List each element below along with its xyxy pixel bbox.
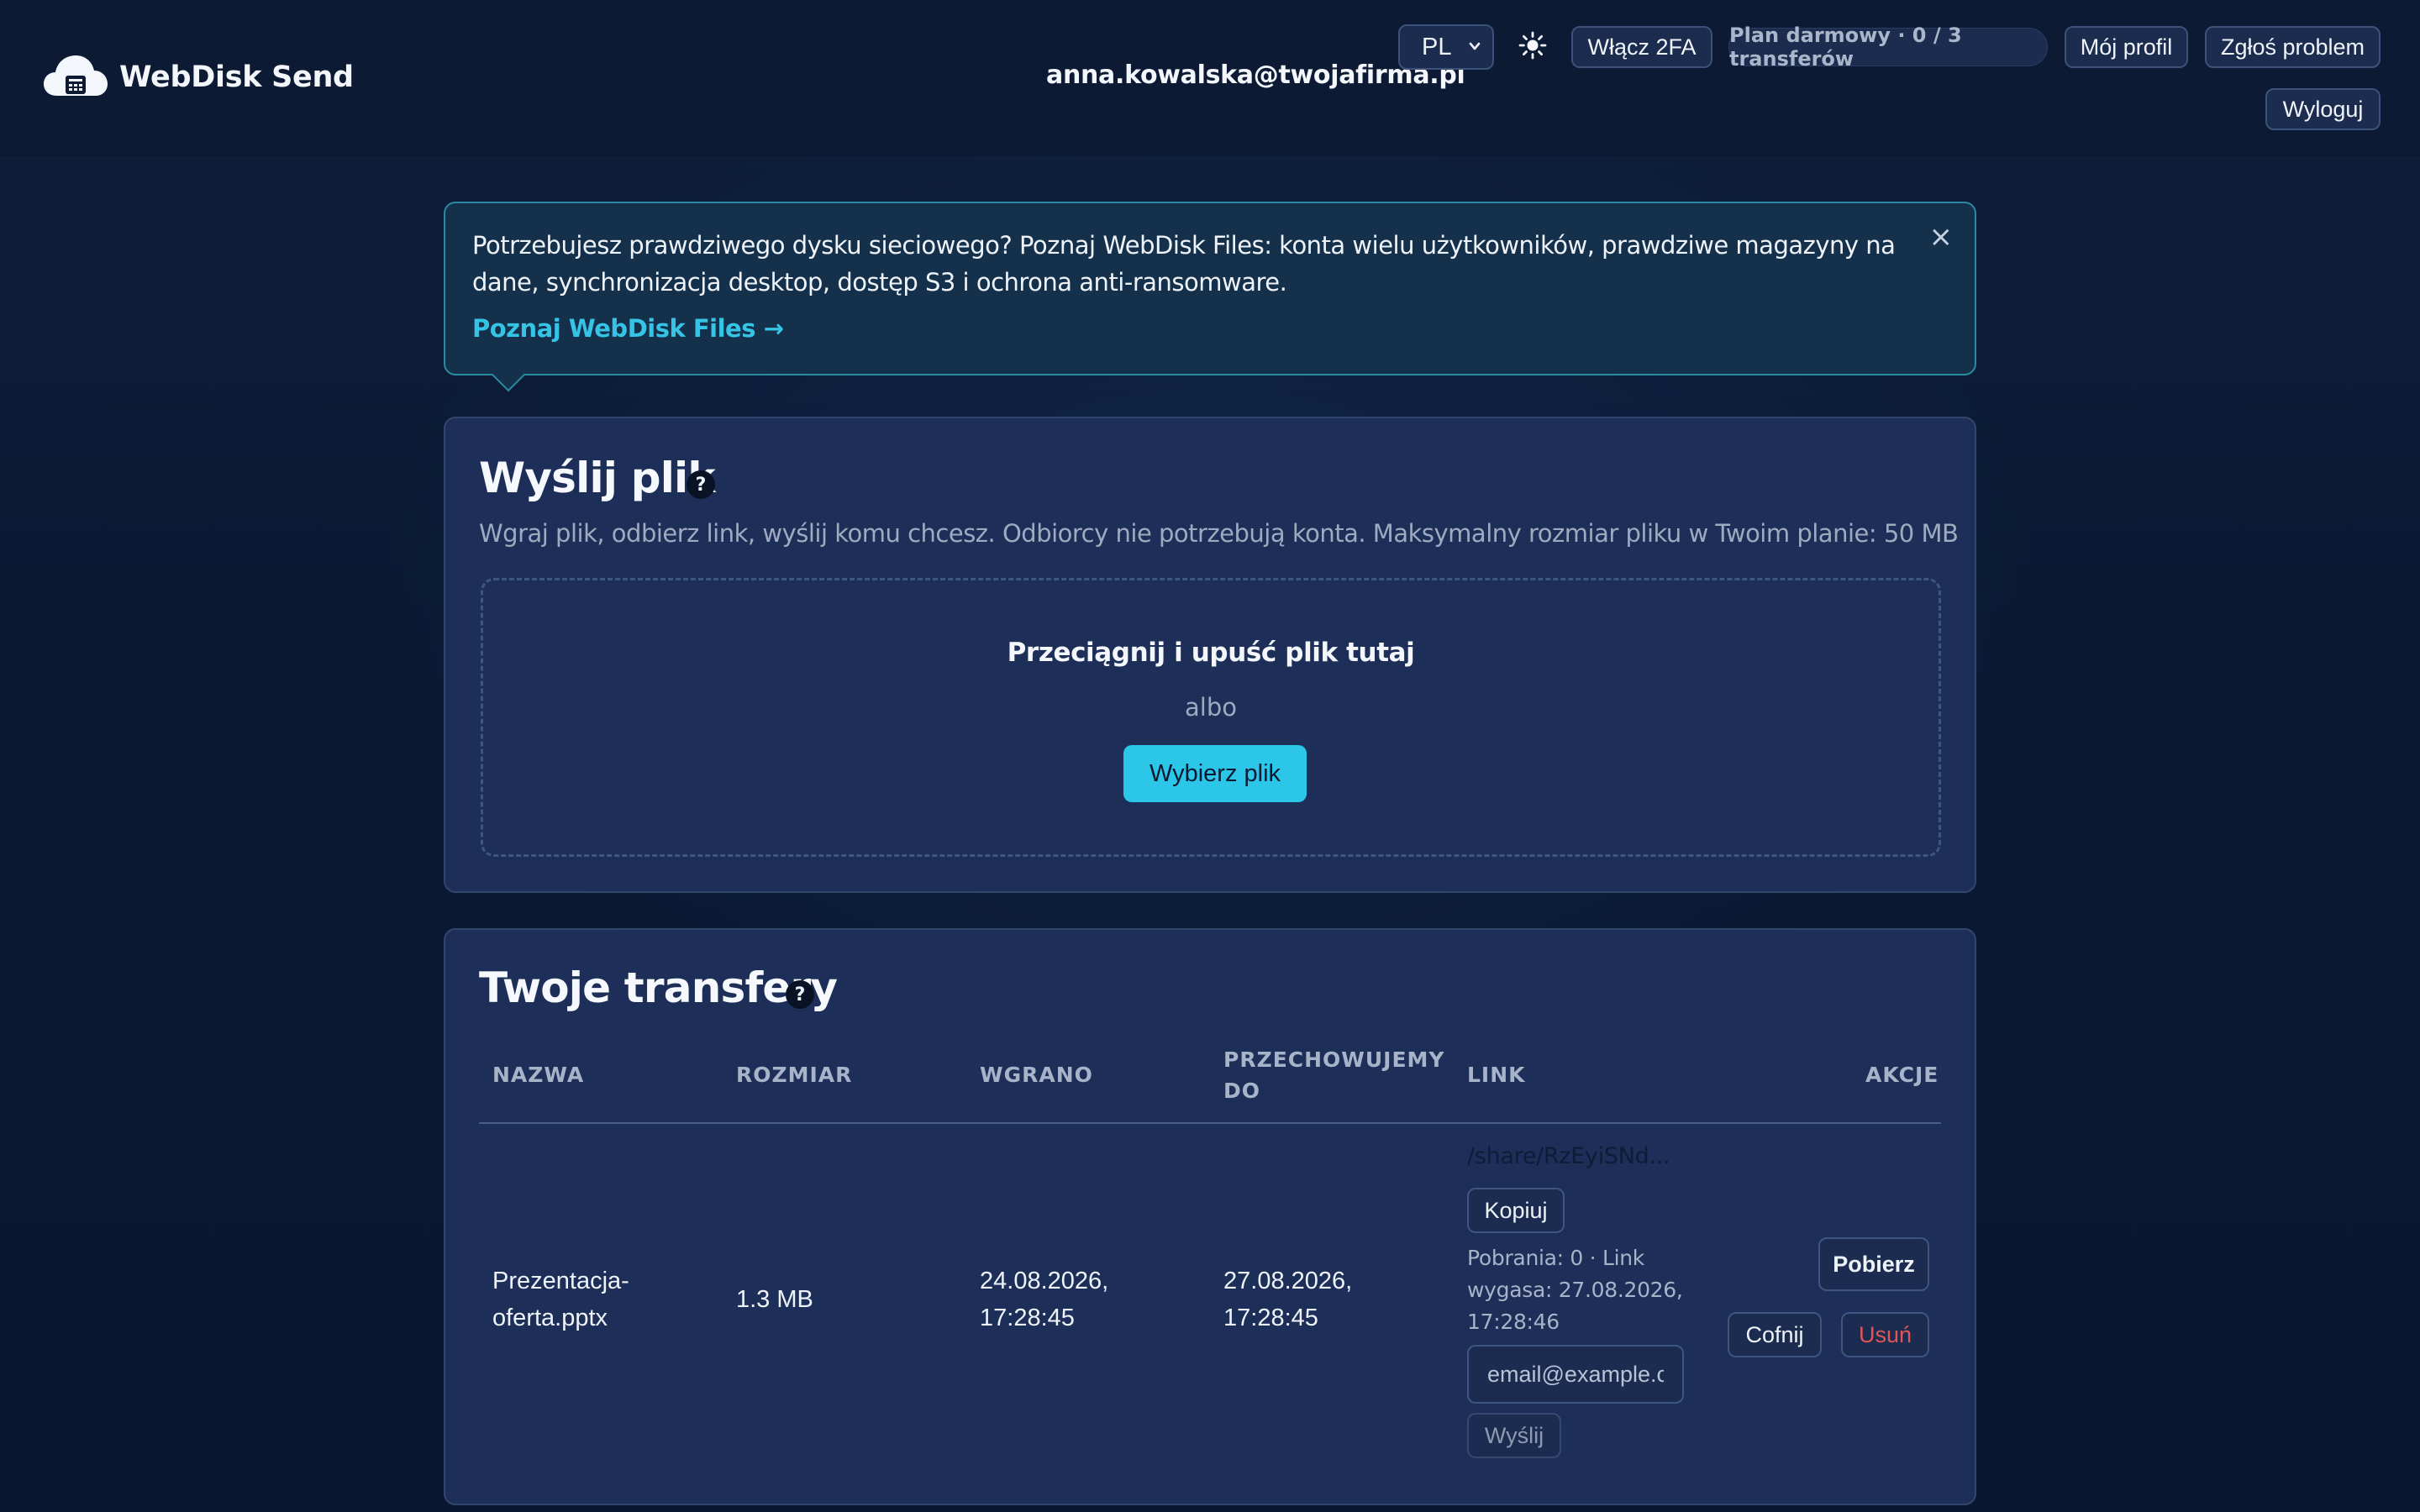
banner-tail [492,374,525,392]
transfers-title: Twoje transfery [479,963,838,1012]
logout-button[interactable]: Wyloguj [2265,88,2381,130]
file-name: Prezentacja- oferta.pptx [492,1263,629,1336]
help-icon[interactable]: ? [786,980,814,1009]
file-name-line2: oferta.pptx [492,1305,608,1331]
dropzone-title: Przeciągnij i upuść plik tutaj [1007,638,1415,668]
help-icon[interactable]: ? [687,470,715,499]
dropzone-or: albo [1185,693,1237,722]
profile-button[interactable]: Mój profil [2065,26,2188,68]
share-link[interactable]: /share/RzEyiSNd... [1467,1143,1670,1169]
chevron-down-icon [1469,42,1481,50]
banner-link[interactable]: Poznaj WebDisk Files → [472,314,784,343]
column-header-size: ROZMIAR [736,1063,853,1087]
upload-description: Wgraj plik, odbierz link, wyślij komu ch… [479,519,1959,548]
brand[interactable]: WebDisk Send [42,52,354,102]
send-email-button[interactable]: Wyślij [1467,1413,1561,1458]
sun-icon[interactable] [1518,30,1548,60]
link-meta-line1: Pobrania: 0 · Link [1467,1246,1644,1270]
stored-until-line1: 27.08.2026, [1223,1268,1353,1294]
table-header-divider [479,1122,1941,1124]
banner-text: Potrzebujesz prawdziwego dysku siecioweg… [472,231,1896,297]
report-problem-button[interactable]: Zgłoś problem [2205,26,2381,68]
uploaded-date-line1: 24.08.2026, [980,1268,1109,1294]
link-meta: Pobrania: 0 · Link wygasa: 27.08.2026, 1… [1467,1242,1711,1338]
column-header-uploaded: WGRANO [980,1063,1093,1087]
file-name-line1: Prezentacja- [492,1268,629,1294]
cloud-disk-icon [42,55,109,102]
language-select[interactable]: PL [1398,24,1494,70]
column-header-stored-until-line2: DO [1223,1079,1261,1103]
file-size: 1.3 MB [736,1286,813,1313]
file-dropzone[interactable]: Przeciągnij i upuść plik tutaj albo Wybi… [481,578,1941,857]
column-header-link: LINK [1467,1063,1526,1087]
enable-2fa-button[interactable]: Włącz 2FA [1571,26,1712,68]
column-header-stored-until-line1: PRZECHOWUJEMY [1223,1047,1445,1072]
link-meta-line3: 17:28:46 [1467,1310,1560,1334]
copy-link-button[interactable]: Kopiuj [1467,1188,1565,1233]
delete-button[interactable]: Usuń [1841,1312,1929,1357]
upload-card: Wyślij plik ? Wgraj plik, odbierz link, … [444,417,1976,893]
column-header-actions: AKCJE [1865,1063,1939,1087]
column-header-name: NAZWA [492,1063,585,1087]
choose-file-button[interactable]: Wybierz plik [1123,745,1307,802]
language-value: PL [1422,33,1452,60]
link-meta-line2: wygasa: 27.08.2026, [1467,1278,1683,1302]
column-header-stored-until: PRZECHOWUJEMY DO [1223,1044,1445,1106]
revoke-button[interactable]: Cofnij [1728,1312,1822,1357]
promo-banner: Potrzebujesz prawdziwego dysku siecioweg… [444,202,1976,375]
plan-badge: Plan darmowy · 0 / 3 transferów [1728,24,2048,71]
uploaded-date-line2: 17:28:45 [980,1305,1075,1331]
top-header: WebDisk Send anna.kowalska@twojafirma.pl… [0,0,2420,155]
uploaded-date: 24.08.2026, 17:28:45 [980,1263,1108,1336]
transfers-card: Twoje transfery ? NAZWA ROZMIAR WGRANO P… [444,928,1976,1505]
download-button[interactable]: Pobierz [1818,1237,1929,1291]
close-icon[interactable]: × [1929,220,1954,254]
stored-until-date: 27.08.2026, 17:28:45 [1223,1263,1352,1336]
upload-title: Wyślij plik [479,454,716,502]
recipient-email-input[interactable] [1467,1345,1684,1404]
brand-name: WebDisk Send [119,60,354,94]
stored-until-line2: 17:28:45 [1223,1305,1318,1331]
